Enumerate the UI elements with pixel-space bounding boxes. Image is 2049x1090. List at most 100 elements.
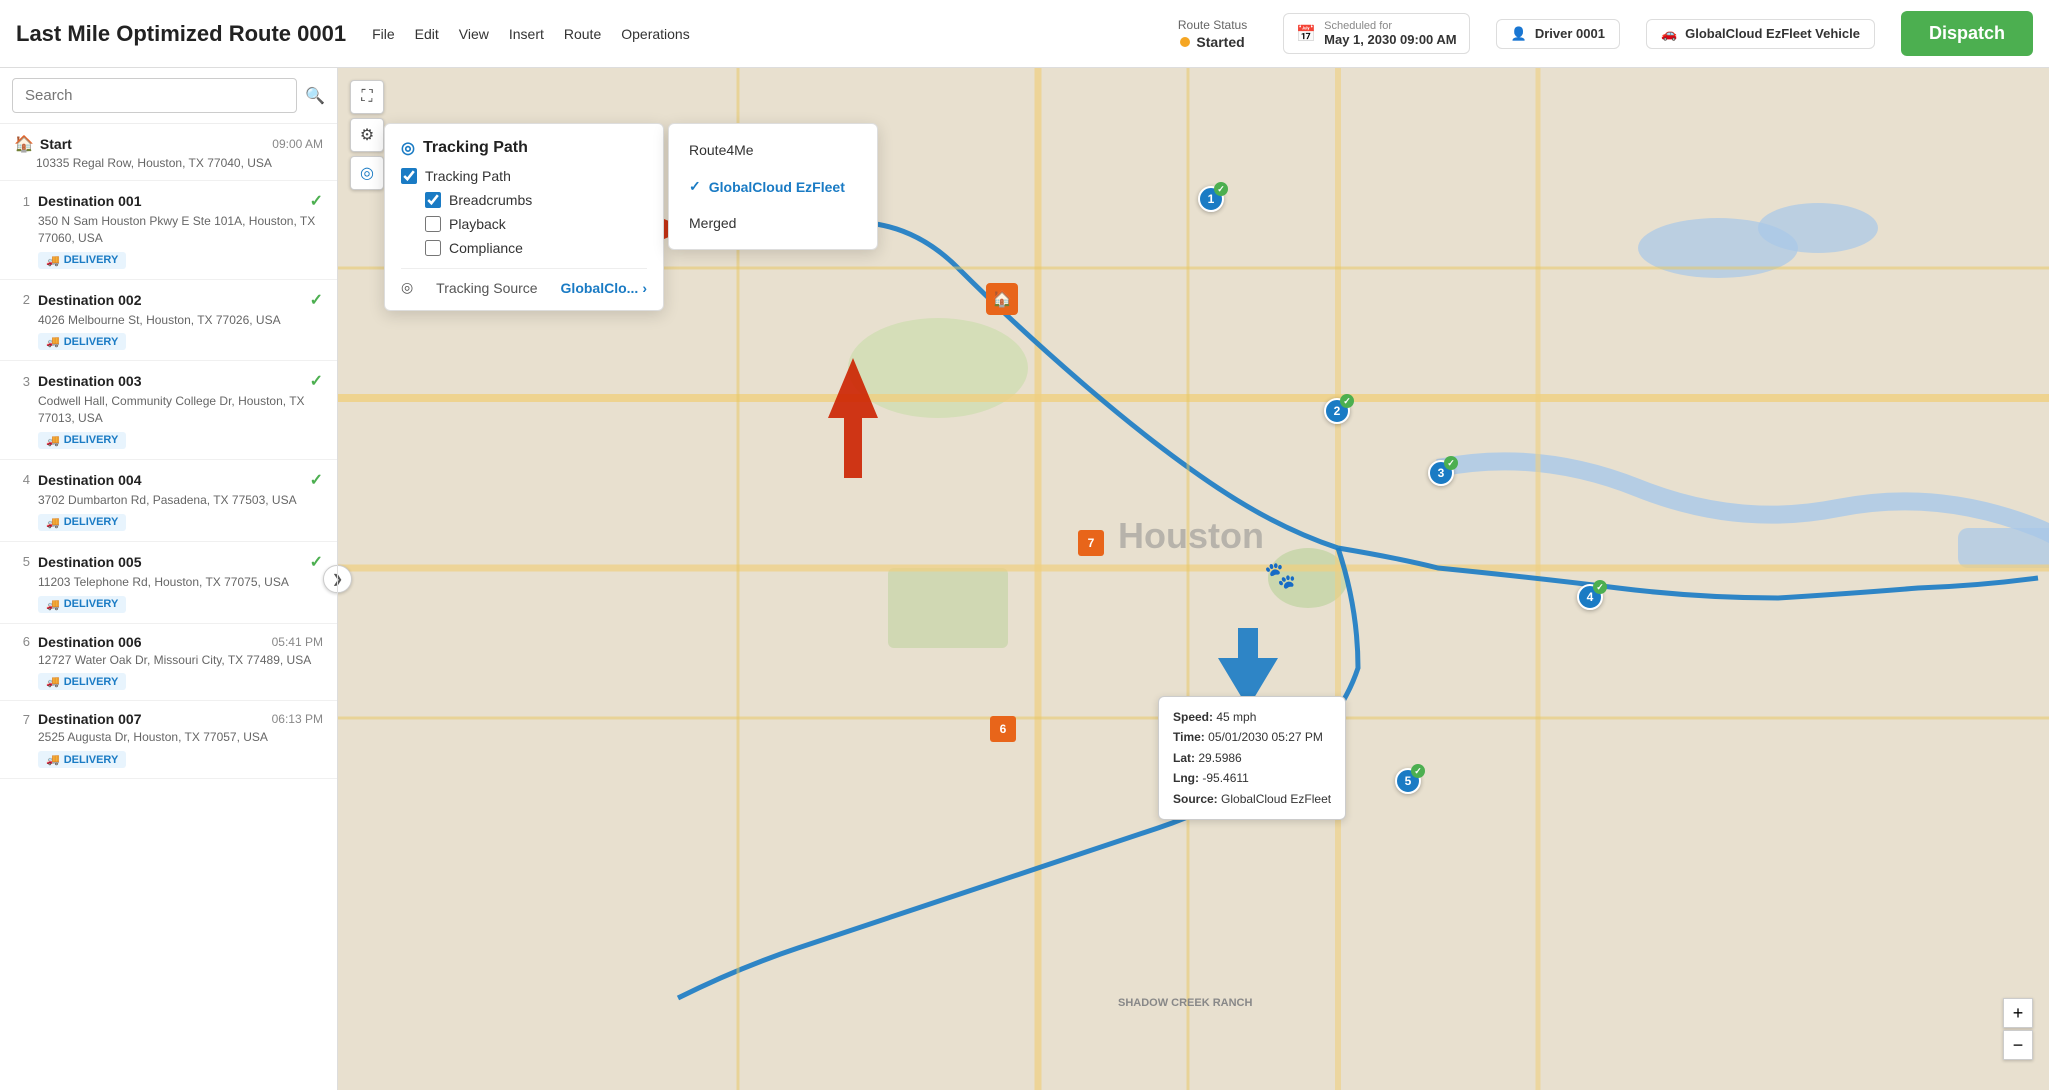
route-item-5[interactable]: 5 Destination 005 ✓ 11203 Telephone Rd, …: [0, 542, 337, 624]
vehicle-block[interactable]: 🚗 GlobalCloud EzFleet Vehicle: [1646, 19, 1875, 49]
route-name: Destination 004: [38, 472, 141, 488]
tracking-path-icon: ◎: [401, 138, 415, 158]
route-item-2[interactable]: 2 Destination 002 ✓ 4026 Melbourne St, H…: [0, 280, 337, 362]
playback-label: Playback: [449, 216, 506, 232]
route4me-label: Route4Me: [689, 142, 754, 158]
tracking-button[interactable]: ◎: [350, 156, 384, 190]
breadcrumbs-row[interactable]: Breadcrumbs: [425, 192, 647, 208]
route-name: Destination 007: [38, 711, 141, 727]
route-time: 06:13 PM: [272, 712, 323, 726]
home-marker[interactable]: 🏠: [986, 283, 1018, 315]
route-status-text: Started: [1196, 34, 1244, 50]
source-route4me[interactable]: Route4Me: [669, 132, 877, 168]
marker-6[interactable]: 6: [990, 716, 1016, 742]
map-controls: ⛶ ⚙ ◎: [350, 80, 384, 190]
zoom-out-button[interactable]: −: [2003, 1030, 2033, 1060]
route-address: 4026 Melbourne St, Houston, TX 77026, US…: [38, 312, 323, 329]
route-address: 350 N Sam Houston Pkwy E Ste 101A, Houst…: [38, 213, 323, 247]
route-status-label: Route Status: [1178, 18, 1247, 32]
check-icon: ✓: [310, 371, 323, 391]
route-num: 4: [14, 472, 30, 487]
scheduled-block: 📅 Scheduled for May 1, 2030 09:00 AM: [1283, 13, 1469, 54]
vehicle-label: GlobalCloud EzFleet Vehicle: [1685, 26, 1860, 41]
source-globalcloud[interactable]: ✓ GlobalCloud EzFleet: [669, 168, 877, 205]
route-name: Destination 006: [38, 634, 141, 650]
page-title: Last Mile Optimized Route 0001: [16, 21, 346, 47]
start-time: 09:00 AM: [272, 137, 323, 151]
check-icon: ✓: [310, 470, 323, 490]
calendar-icon: 📅: [1296, 24, 1316, 44]
route-item-3[interactable]: 3 Destination 003 ✓ Codwell Hall, Commun…: [0, 361, 337, 460]
route-name: Destination 003: [38, 373, 141, 389]
marker-2[interactable]: 2 ✓: [1324, 398, 1350, 424]
marker-4[interactable]: 4 ✓: [1577, 584, 1603, 610]
menu-view[interactable]: View: [459, 26, 489, 42]
zoom-in-button[interactable]: +: [2003, 998, 2033, 1028]
scheduled-label: Scheduled for: [1324, 20, 1456, 32]
route-num: 6: [14, 634, 30, 649]
route-address: 12727 Water Oak Dr, Missouri City, TX 77…: [38, 652, 323, 669]
dispatch-button[interactable]: Dispatch: [1901, 11, 2033, 56]
search-input[interactable]: [12, 78, 297, 113]
driver-icon: 👤: [1511, 26, 1527, 42]
route-list: 🏠 Start 09:00 AM 10335 Regal Row, Housto…: [0, 124, 337, 1090]
map-area: Houston ⛶ ⚙ ◎ ◎ Tracking Path Tracking P…: [338, 68, 2049, 1090]
route-item-1[interactable]: 1 Destination 001 ✓ 350 N Sam Houston Pk…: [0, 181, 337, 280]
compliance-label: Compliance: [449, 240, 523, 256]
delivery-badge: 🚚 DELIVERY: [38, 514, 126, 531]
start-name: Start: [40, 136, 72, 152]
tracking-path-checkbox[interactable]: [401, 168, 417, 184]
tracking-source-row[interactable]: ◎ Tracking Source GlobalClo... ›: [401, 268, 647, 296]
route-num: 1: [14, 194, 30, 209]
route-address: 11203 Telephone Rd, Houston, TX 77075, U…: [38, 574, 323, 591]
zoo-marker[interactable]: 🐾: [1264, 560, 1296, 591]
tracking-source-value: GlobalClo... ›: [561, 280, 647, 296]
playback-row[interactable]: Playback: [425, 216, 647, 232]
route-item-6[interactable]: 6 Destination 006 05:41 PM 12727 Water O…: [0, 624, 337, 702]
marker-5[interactable]: 5 ✓: [1395, 768, 1421, 794]
breadcrumbs-label: Breadcrumbs: [449, 192, 532, 208]
check-icon: ✓: [310, 191, 323, 211]
source-merged[interactable]: Merged: [669, 205, 877, 241]
compliance-checkbox[interactable]: [425, 240, 441, 256]
vehicle-icon: 🚗: [1661, 26, 1677, 42]
route-num: 2: [14, 292, 30, 307]
menu-route[interactable]: Route: [564, 26, 601, 42]
route-name: Destination 005: [38, 554, 141, 570]
route-item-7[interactable]: 7 Destination 007 06:13 PM 2525 Augusta …: [0, 701, 337, 779]
menu-edit[interactable]: Edit: [415, 26, 439, 42]
tracking-source-label: Tracking Source: [436, 280, 537, 296]
marker-1[interactable]: 1 ✓: [1198, 186, 1224, 212]
tracking-source-icon: ◎: [401, 279, 413, 296]
selected-check-icon: ✓: [689, 178, 701, 195]
shadow-creek-label: SHADOW CREEK RANCH: [1118, 996, 1252, 1010]
driver-block[interactable]: 👤 Driver 0001: [1496, 19, 1620, 49]
menu-operations[interactable]: Operations: [621, 26, 689, 42]
tracking-path-row[interactable]: Tracking Path: [401, 168, 647, 184]
tooltip-lat: Lat: 29.5986: [1173, 748, 1331, 768]
tooltip-source: Source: GlobalCloud EzFleet: [1173, 789, 1331, 809]
source-submenu: Route4Me ✓ GlobalCloud EzFleet Merged: [668, 123, 878, 250]
settings-button[interactable]: ⚙: [350, 118, 384, 152]
route-address: Codwell Hall, Community College Dr, Hous…: [38, 393, 323, 427]
route-time: 05:41 PM: [272, 635, 323, 649]
compliance-row[interactable]: Compliance: [425, 240, 647, 256]
route-num: 7: [14, 712, 30, 727]
marker-3[interactable]: 3 ✓: [1428, 460, 1454, 486]
marker-7[interactable]: 7: [1078, 530, 1104, 556]
breadcrumbs-checkbox[interactable]: [425, 192, 441, 208]
menu-insert[interactable]: Insert: [509, 26, 544, 42]
truck-icon: 🚚: [46, 434, 60, 447]
driver-label: Driver 0001: [1535, 26, 1605, 41]
route-item-4[interactable]: 4 Destination 004 ✓ 3702 Dumbarton Rd, P…: [0, 460, 337, 542]
route-address: 2525 Augusta Dr, Houston, TX 77057, USA: [38, 729, 323, 746]
menu-file[interactable]: File: [372, 26, 395, 42]
info-tooltip: Speed: 45 mph Time: 05/01/2030 05:27 PM …: [1158, 696, 1346, 820]
start-item[interactable]: 🏠 Start 09:00 AM 10335 Regal Row, Housto…: [0, 124, 337, 181]
playback-checkbox[interactable]: [425, 216, 441, 232]
delivery-badge: 🚚 DELIVERY: [38, 333, 126, 350]
fullscreen-button[interactable]: ⛶: [350, 80, 384, 114]
route-name: Destination 001: [38, 193, 141, 209]
tracking-path-label: Tracking Path: [425, 168, 511, 184]
tooltip-speed: Speed: 45 mph: [1173, 707, 1331, 727]
